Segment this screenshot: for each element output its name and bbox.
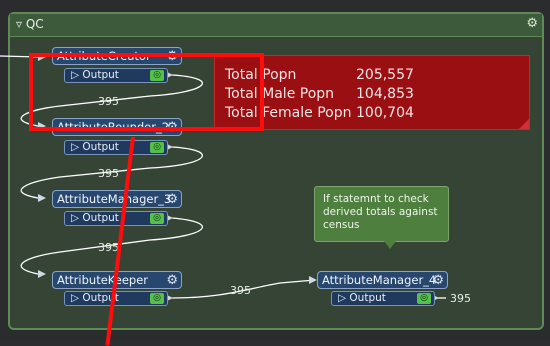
feature-count: 395 bbox=[230, 284, 251, 297]
highlight-box bbox=[29, 53, 264, 131]
feature-count: 395 bbox=[450, 292, 471, 305]
node-attributemanager-3[interactable]: AttributeManager_3 ⚙ bbox=[52, 190, 182, 208]
inspect-icon[interactable]: ◎ bbox=[150, 213, 164, 224]
annotation-text: If statemnt to check derived totals agai… bbox=[323, 193, 438, 231]
port-label: Output bbox=[82, 141, 119, 153]
total-value: 205,557 bbox=[356, 67, 414, 83]
inspect-icon[interactable]: ◎ bbox=[150, 293, 164, 304]
node-attributemanager-4[interactable]: AttributeManager_4 ⚙ bbox=[317, 271, 448, 289]
total-value: 104,853 bbox=[356, 86, 414, 102]
port-label: Output bbox=[349, 292, 386, 304]
gear-icon[interactable]: ⚙ bbox=[166, 272, 178, 289]
node-title: AttributeManager_4 bbox=[322, 273, 437, 287]
output-port-manager3[interactable]: ▷ Output ◎ bbox=[64, 211, 168, 226]
annotation-note[interactable]: If statemnt to check derived totals agai… bbox=[314, 186, 449, 242]
workspace-canvas[interactable]: ▿ QC ⚙ AttributeCreator ⚙ ▷ Output ◎ 395… bbox=[0, 0, 550, 346]
output-port-keeper[interactable]: ▷ Output ◎ bbox=[64, 291, 168, 306]
gear-icon[interactable]: ⚙ bbox=[432, 272, 444, 289]
inspect-icon[interactable]: ◎ bbox=[417, 293, 431, 304]
inspect-icon[interactable]: ◎ bbox=[150, 142, 164, 153]
total-value: 100,704 bbox=[356, 105, 414, 121]
feature-count: 395 bbox=[98, 167, 119, 180]
node-title: AttributeKeeper bbox=[57, 273, 149, 287]
fold-corner bbox=[519, 119, 529, 129]
output-port-manager4[interactable]: ▷ Output ◎ bbox=[331, 291, 435, 306]
node-title: AttributeManager_3 bbox=[57, 192, 172, 206]
annotation-tail bbox=[384, 241, 396, 249]
output-port-rounder[interactable]: ▷ Output ◎ bbox=[64, 140, 168, 155]
gear-icon[interactable]: ⚙ bbox=[166, 191, 178, 208]
port-label: Output bbox=[82, 212, 119, 224]
